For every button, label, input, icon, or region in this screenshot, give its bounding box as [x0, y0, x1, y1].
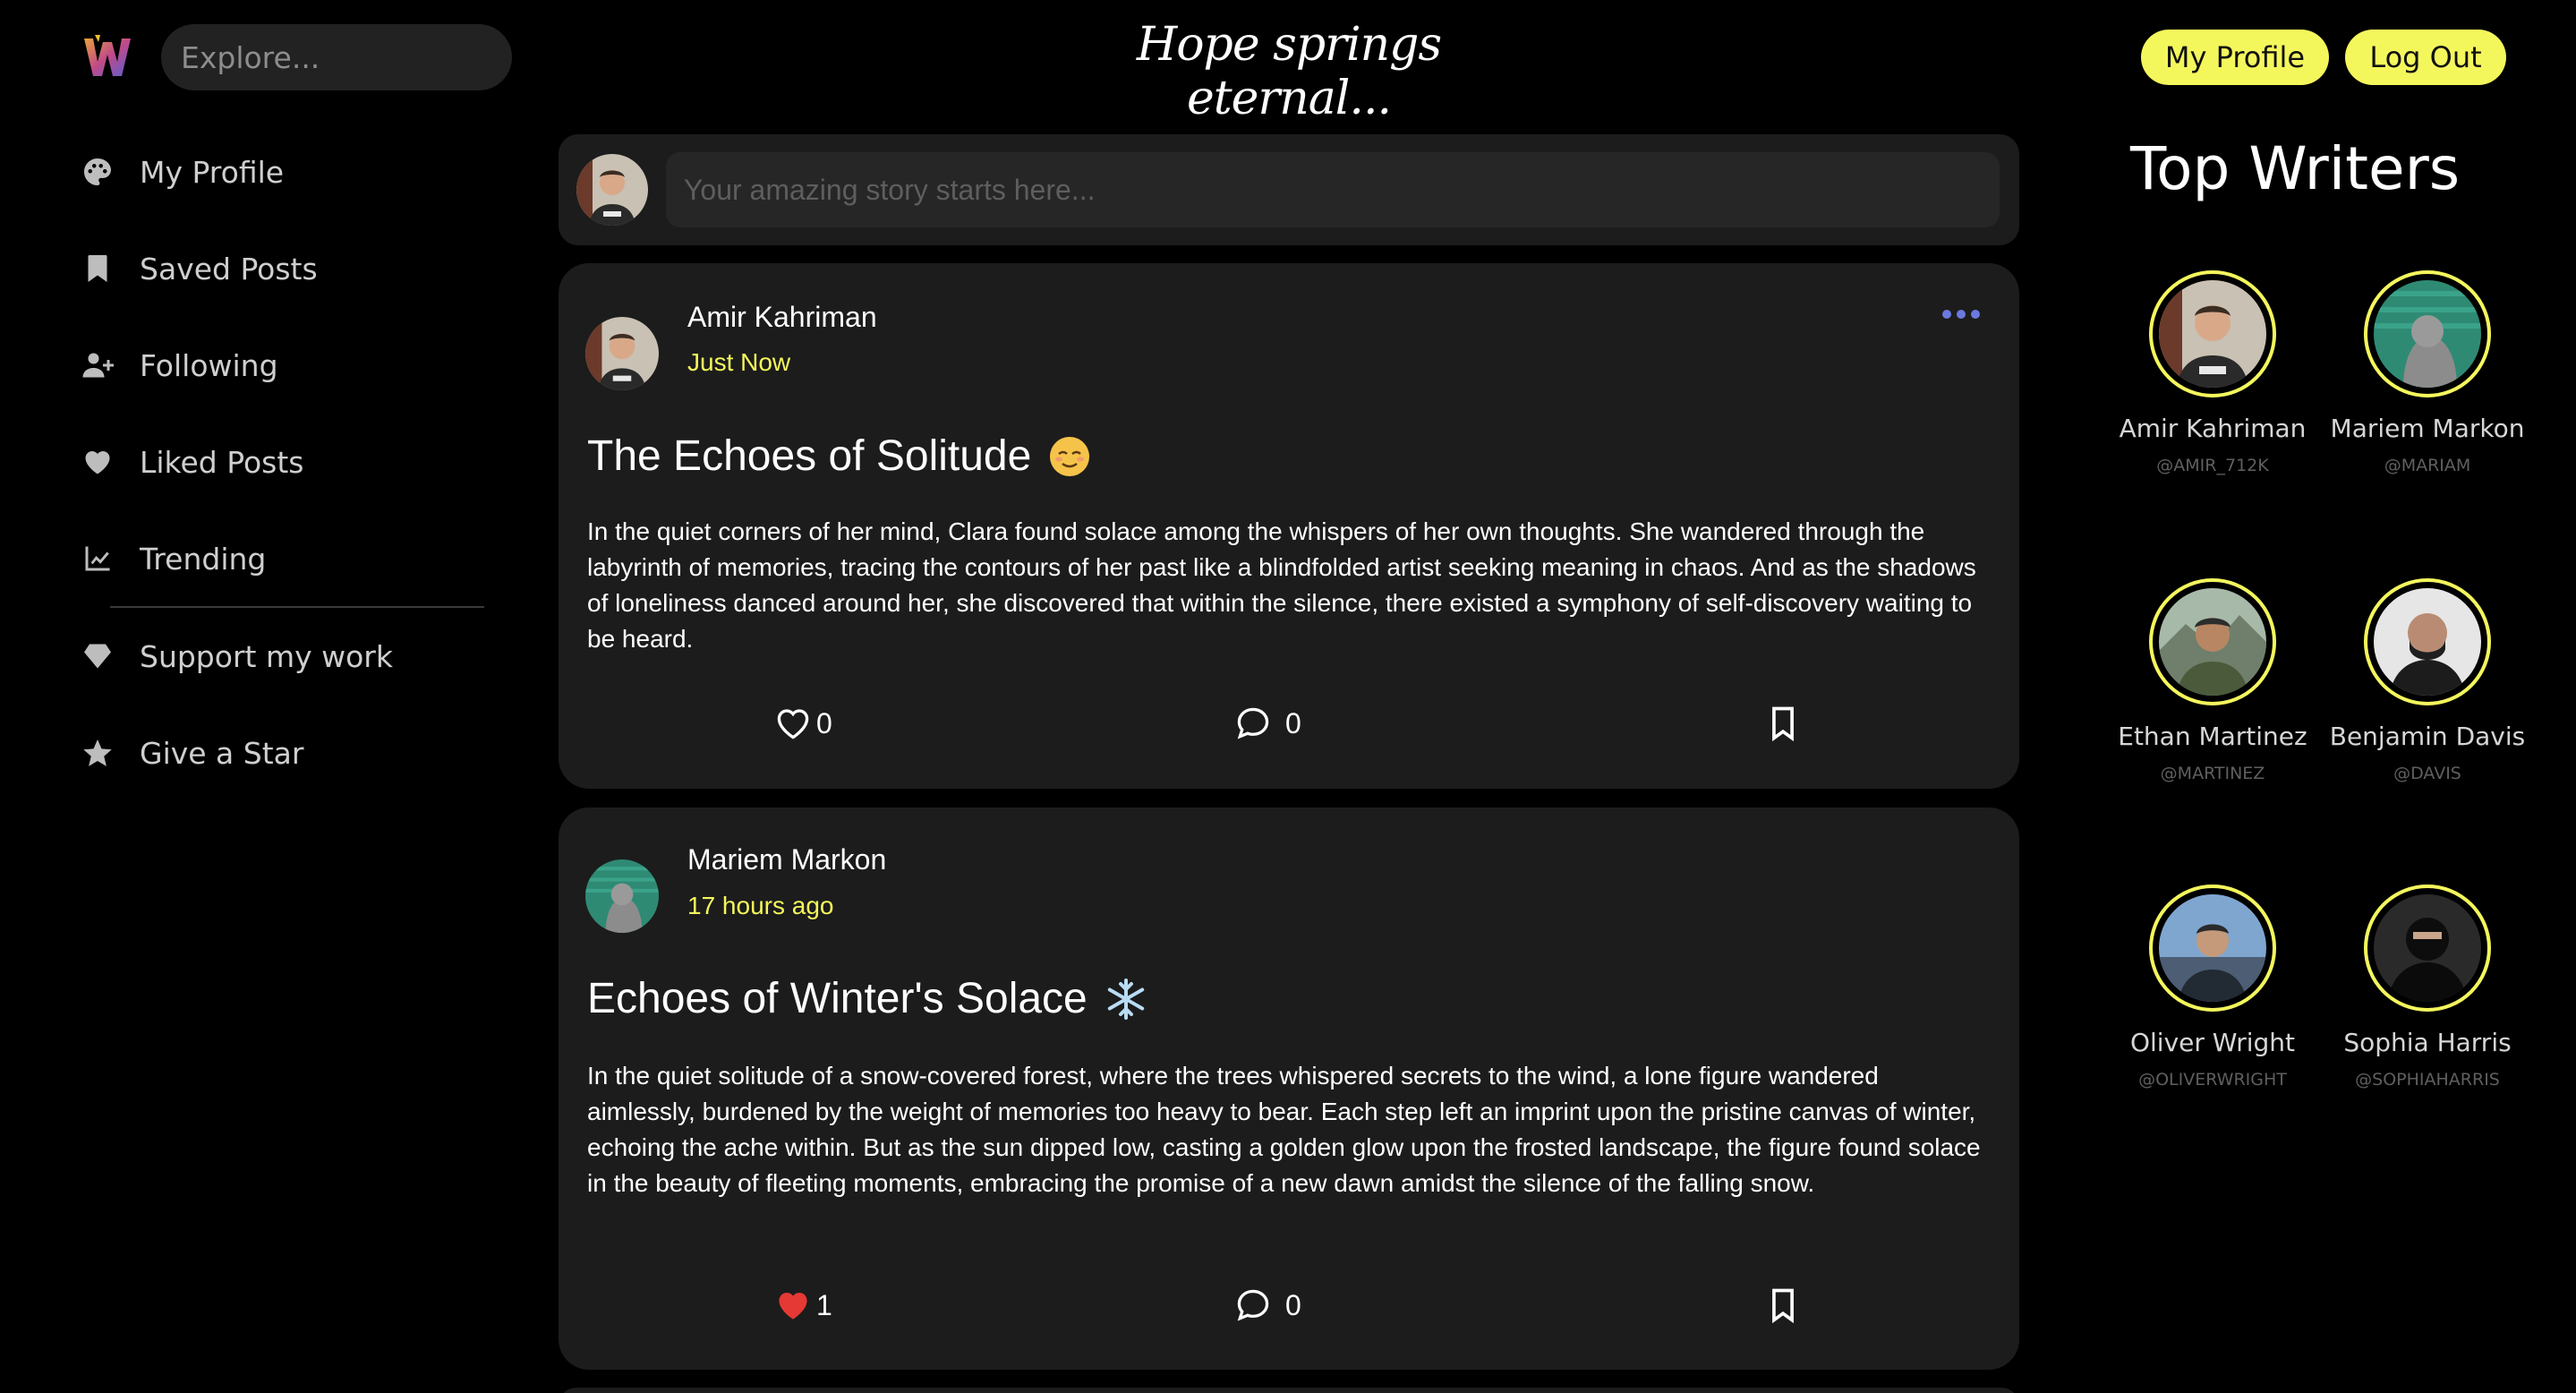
palette-icon [79, 153, 116, 191]
writer-handle: @SOPHIAHARRIS [2355, 1070, 2500, 1090]
like-count: 0 [816, 706, 832, 739]
writer-name: Amir Kahriman [2119, 414, 2307, 443]
sidebar-item-label: My Profile [140, 154, 285, 190]
avatar[interactable] [2149, 270, 2276, 397]
writer-card[interactable]: Mariem Markon @MARIAM [2320, 270, 2535, 475]
sidebar-item-label: Trending [140, 541, 267, 577]
writer-name: Benjamin Davis [2329, 722, 2526, 751]
comment-button[interactable]: 0 [1233, 704, 1301, 743]
gem-icon [79, 637, 116, 675]
heart-icon [79, 443, 116, 481]
avatar[interactable] [585, 859, 659, 933]
site-tagline: Hope springs eternal... [1136, 18, 1442, 125]
post-body: In the quiet solitude of a snow-covered … [587, 1062, 1981, 1197]
post-timestamp: 17 hours ago [687, 892, 834, 919]
my-profile-button[interactable]: My Profile [2141, 30, 2329, 85]
avatar[interactable] [2364, 578, 2491, 705]
user-plus-icon [79, 346, 116, 384]
writer-name: Sophia Harris [2343, 1028, 2512, 1057]
avatar[interactable] [2149, 578, 2276, 705]
sidebar-divider [110, 606, 484, 608]
chart-line-icon [79, 540, 116, 577]
post-actions: 0 0 [559, 704, 2019, 757]
bookmark-outline-icon [1772, 706, 1794, 742]
post-card: Mariem Markon 17 hours ago Echoes of Win… [559, 808, 2019, 1370]
post-author[interactable]: Amir Kahriman [687, 301, 877, 334]
writer-handle: @OLIVERWRIGHT [2138, 1070, 2287, 1090]
logout-button[interactable]: Log Out [2345, 30, 2506, 85]
writer-card[interactable]: Sophia Harris @SOPHIAHARRIS [2320, 885, 2535, 1090]
search-input[interactable] [161, 24, 512, 90]
sidebar-item-label: Liked Posts [140, 444, 304, 480]
more-options-icon[interactable] [1941, 308, 1982, 320]
sidebar-item-trending[interactable]: Trending [79, 532, 490, 585]
post-title[interactable]: The Echoes of Solitude [587, 432, 1092, 481]
heart-filled-icon [779, 1292, 807, 1320]
relieved-face-emoji [1047, 434, 1092, 479]
sidebar-item-my-profile[interactable]: My Profile [79, 145, 490, 199]
post-actions: 1 0 [559, 1286, 2019, 1339]
writer-name: Oliver Wright [2129, 1028, 2296, 1057]
comment-count: 0 [1285, 706, 1301, 739]
story-composer [559, 134, 2019, 245]
sidebar-item-saved-posts[interactable]: Saved Posts [79, 242, 490, 295]
post-title-text: Echoes of Winter's Solace [587, 975, 1088, 1022]
post-card [559, 1388, 2019, 1393]
writer-handle: @MARTINEZ [2160, 764, 2265, 783]
sidebar-item-label: Following [140, 347, 278, 383]
writer-name: Mariem Markon [2330, 414, 2525, 443]
like-button[interactable]: 0 [773, 704, 832, 743]
post-timestamp: Just Now [687, 348, 791, 376]
comment-icon [1237, 707, 1269, 739]
comment-button[interactable]: 0 [1233, 1286, 1301, 1325]
bookmark-button[interactable] [1763, 1286, 1803, 1325]
sidebar-item-give-star[interactable]: Give a Star [79, 726, 490, 780]
post-author[interactable]: Mariem Markon [687, 843, 886, 876]
like-count: 1 [816, 1288, 832, 1321]
avatar[interactable] [585, 317, 659, 390]
sidebar-item-label: Support my work [140, 638, 393, 674]
writer-handle: @DAVIS [2393, 764, 2461, 783]
writer-name: Ethan Martinez [2118, 722, 2307, 751]
post-title[interactable]: Echoes of Winter's Solace [587, 974, 1148, 1023]
avatar[interactable] [2364, 270, 2491, 397]
post-card: Amir Kahriman Just Now The Echoes of Sol… [559, 263, 2019, 789]
writer-handle: @MARIAM [2384, 456, 2471, 475]
writer-card[interactable]: Oliver Wright @OLIVERWRIGHT [2105, 885, 2320, 1090]
app-logo[interactable] [81, 30, 134, 83]
like-button[interactable]: 1 [773, 1286, 832, 1325]
bookmark-button[interactable] [1763, 704, 1803, 743]
writer-card[interactable]: Amir Kahriman @AMIR_712K [2105, 270, 2320, 475]
sidebar-item-following[interactable]: Following [79, 338, 490, 392]
snowflake-emoji [1104, 977, 1148, 1021]
post-body: In the quiet corners of her mind, Clara … [587, 517, 1976, 653]
post-title-text: The Echoes of Solitude [587, 432, 1032, 480]
writer-card[interactable]: Ethan Martinez @MARTINEZ [2105, 578, 2320, 783]
comment-icon [1237, 1289, 1269, 1321]
bookmark-icon [79, 250, 116, 287]
sidebar-item-label: Give a Star [140, 735, 304, 771]
star-icon [79, 734, 116, 772]
top-writers-title: Top Writers [2130, 134, 2461, 203]
avatar[interactable] [2149, 885, 2276, 1012]
sidebar-item-liked-posts[interactable]: Liked Posts [79, 435, 490, 489]
comment-count: 0 [1285, 1288, 1301, 1321]
avatar[interactable] [576, 154, 648, 226]
bookmark-outline-icon [1772, 1288, 1794, 1324]
sidebar-item-support[interactable]: Support my work [79, 629, 490, 683]
avatar[interactable] [2364, 885, 2491, 1012]
writer-card[interactable]: Benjamin Davis @DAVIS [2320, 578, 2535, 783]
story-input[interactable] [666, 152, 2000, 227]
sidebar-item-label: Saved Posts [140, 251, 318, 286]
heart-outline-icon [777, 709, 809, 739]
writer-handle: @AMIR_712K [2156, 456, 2269, 475]
